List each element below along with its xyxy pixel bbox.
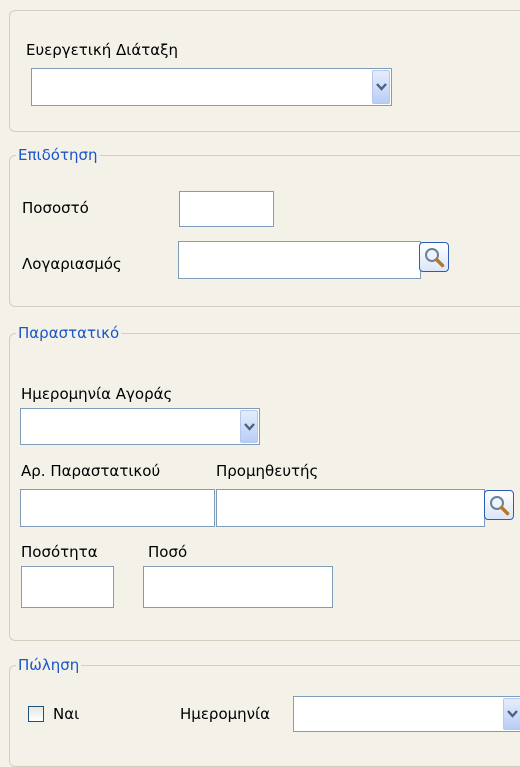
amount-label: Ποσό [148,543,188,561]
sale-yes-checkbox[interactable] [28,706,44,722]
chevron-down-icon [376,83,387,91]
percentage-input[interactable] [179,191,274,227]
sale-yes-label: Ναι [53,705,80,723]
chevron-down-icon [507,710,518,718]
beneficial-provision-combo[interactable] [31,68,392,106]
beneficial-provision-panel: Ευεργετική Διάταξη [9,10,520,132]
subsidy-legend: Επιδότηση [16,146,100,164]
purchase-date-dropdown-button[interactable] [240,410,258,443]
beneficial-provision-label: Ευεργετική Διάταξη [26,41,179,59]
magnifier-icon [425,248,445,268]
percentage-label: Ποσοστό [22,199,89,217]
sale-date-combo[interactable] [293,696,520,732]
document-legend: Παραστατικό [16,324,122,342]
beneficial-provision-dropdown-button[interactable] [372,70,390,104]
sale-legend: Πώληση [16,656,82,674]
chevron-down-icon [244,422,255,431]
sale-date-label: Ημερομηνία [180,705,271,723]
amount-input[interactable] [143,566,333,608]
sale-panel: Πώληση Ναι Ημερομηνία [9,656,520,767]
magnifier-icon [490,496,510,516]
account-search-button[interactable] [419,242,449,272]
purchase-date-label: Ημερομηνία Αγοράς [21,385,173,403]
sale-date-dropdown-button[interactable] [503,698,520,730]
supplier-search-button[interactable] [484,490,514,520]
account-input[interactable] [178,241,421,279]
account-label: Λογαριασμός [22,255,122,273]
quantity-input[interactable] [21,566,114,608]
document-number-input[interactable] [20,489,215,527]
document-number-label: Αρ. Παραστατικού [21,462,161,480]
subsidy-panel: Επιδότηση Ποσοστό Λογαριασμός [9,146,520,307]
supplier-label: Προμηθευτής [216,462,319,480]
quantity-label: Ποσότητα [21,543,98,561]
supplier-input[interactable] [216,489,485,527]
document-panel: Παραστατικό Ημερομηνία Αγοράς Αρ. Παραστ… [9,324,520,641]
purchase-date-combo[interactable] [20,408,260,445]
